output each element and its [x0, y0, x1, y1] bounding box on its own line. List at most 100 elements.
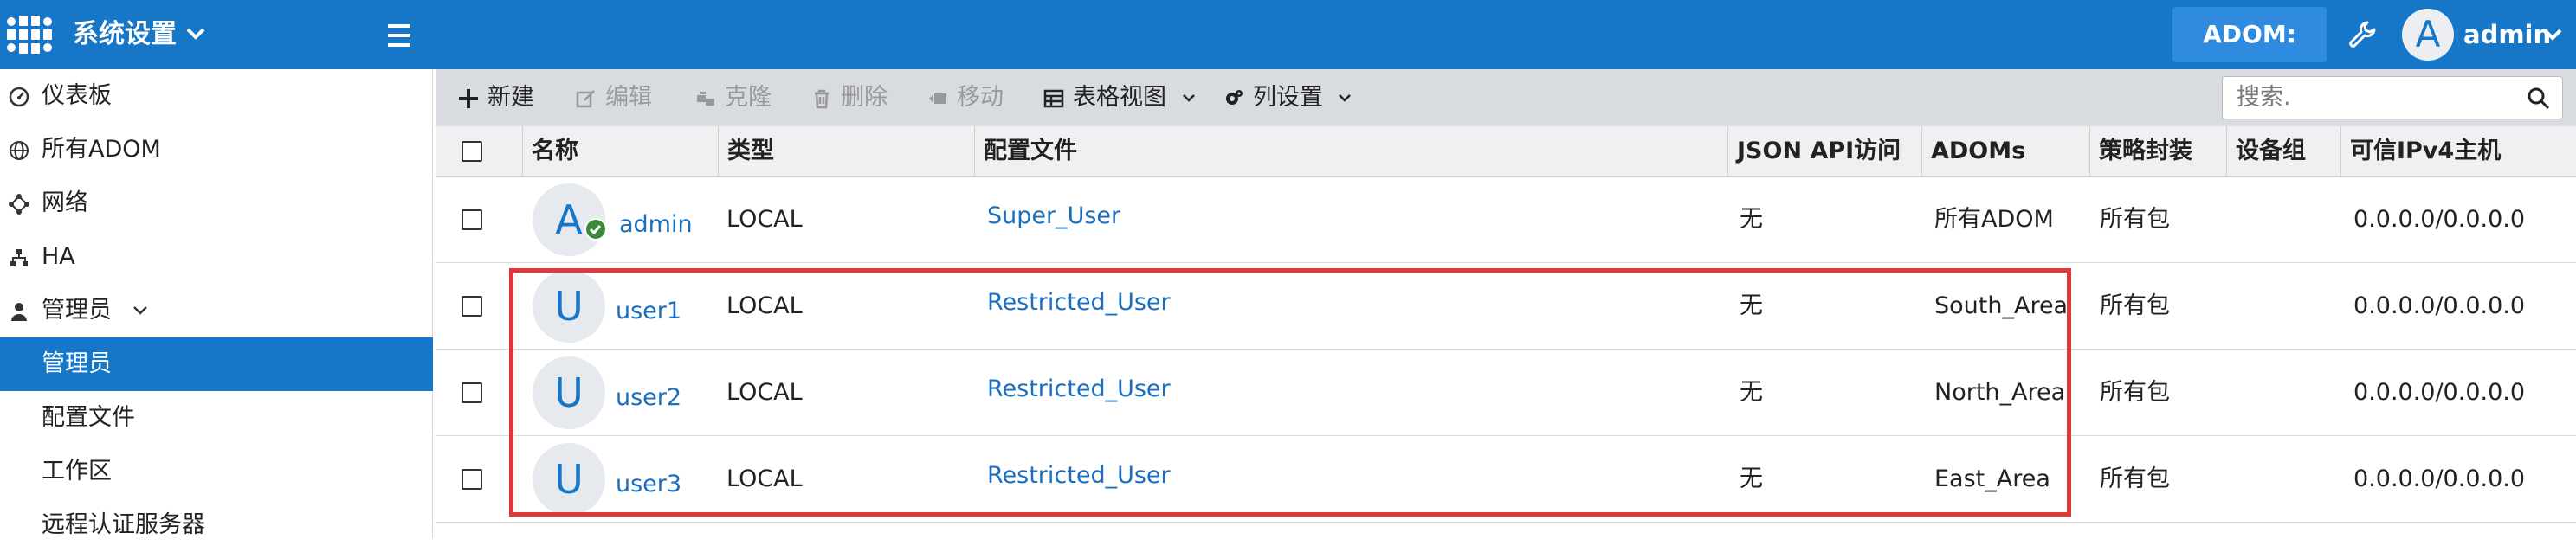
- fortinet-grid-logo-icon[interactable]: [7, 16, 55, 54]
- sidebar-item-workspace[interactable]: 工作区: [0, 445, 433, 498]
- edit-button[interactable]: 编辑: [576, 69, 688, 126]
- column-header-device-group[interactable]: 设备组: [2226, 126, 2344, 177]
- sidebar-item-label: HA: [42, 243, 75, 270]
- chevron-down-icon: [1182, 93, 1196, 103]
- create-new-button[interactable]: 新建: [458, 69, 571, 126]
- profile-link[interactable]: Restricted_User: [987, 346, 1171, 433]
- trusted-ipv4-cell: 0.0.0.0/0.0.0.0: [2353, 206, 2526, 233]
- sidebar-item-ha[interactable]: HA: [0, 230, 433, 284]
- adom-selector-button[interactable]: ADOM: root: [2172, 7, 2327, 104]
- search-input[interactable]: 搜索.: [2222, 76, 2563, 119]
- table-row[interactable]: Aadmin LOCAL Super_User 无所有ADOM 所有包 0.0.0.0/0…: [436, 177, 2576, 263]
- table-row[interactable]: Uuser2 LOCAL Restricted_User 无 North_Area 所有包…: [436, 350, 2576, 436]
- clone-icon: [695, 88, 716, 109]
- sidebar-item-network[interactable]: 网络: [0, 177, 433, 230]
- table-row[interactable]: Uuser1 LOCAL Restricted_User 无 South_Area 所有包…: [436, 263, 2576, 350]
- adoms-cell: North_Area: [1934, 379, 2066, 406]
- globe-icon: [9, 140, 29, 161]
- sidebar-item-label: 管理员: [42, 297, 112, 324]
- sidebar-item-admin-group[interactable]: 管理员: [0, 284, 433, 337]
- table-icon: [1043, 88, 1064, 109]
- row-checkbox[interactable]: [462, 469, 482, 490]
- ha-icon: [9, 247, 29, 268]
- adoms-cell: East_Area: [1934, 465, 2050, 492]
- trusted-ipv4-cell: 0.0.0.0/0.0.0.0: [2353, 379, 2526, 406]
- json-api-cell: 无: [1740, 206, 1763, 233]
- admin-name-link[interactable]: user3: [616, 441, 681, 528]
- column-header-policy-package[interactable]: 策略封装: [2089, 126, 2226, 177]
- admin-name-link[interactable]: user1: [616, 268, 681, 355]
- column-settings-dropdown[interactable]: 列设置: [1223, 69, 1362, 126]
- sidebar-item-label: 所有ADOM: [42, 136, 161, 163]
- wrench-icon[interactable]: [2347, 19, 2378, 50]
- profile-link[interactable]: Restricted_User: [987, 433, 1171, 519]
- row-checkbox[interactable]: [462, 382, 482, 403]
- move-button[interactable]: 移动: [927, 69, 1040, 126]
- json-api-cell: 无: [1740, 465, 1763, 492]
- sidebar-item-remote-auth-server[interactable]: 远程认证服务器: [0, 498, 433, 552]
- user-avatar[interactable]: A: [2402, 9, 2454, 61]
- button-label: 表格视图: [1073, 84, 1166, 111]
- sidebar-item-all-adom[interactable]: 所有ADOM: [0, 123, 433, 177]
- column-header-trusted-ipv4[interactable]: 可信IPv4主机: [2340, 126, 2576, 177]
- trusted-ipv4-cell: 0.0.0.0/0.0.0.0: [2353, 465, 2526, 492]
- column-header-profile[interactable]: 配置文件: [974, 126, 1736, 177]
- column-header-type[interactable]: 类型: [718, 126, 995, 177]
- sidebar-item-label: 远程认证服务器: [42, 511, 205, 538]
- trusted-ipv4-cell: 0.0.0.0/0.0.0.0: [2353, 292, 2526, 319]
- policy-package-cell: 所有包: [2100, 465, 2170, 492]
- column-header-name[interactable]: 名称: [522, 126, 718, 177]
- clone-button[interactable]: 克隆: [695, 69, 808, 126]
- adoms-cell: 所有ADOM: [1934, 206, 2054, 233]
- table-row[interactable]: Uuser3 LOCAL Restricted_User 无 East_Area 所有包 0…: [436, 436, 2576, 523]
- search-icon[interactable]: [2528, 87, 2550, 110]
- table-view-dropdown[interactable]: 表格视图: [1043, 69, 1199, 126]
- select-all-checkbox[interactable]: [462, 141, 482, 162]
- edit-icon: [576, 88, 597, 109]
- sidebar-item-administrators[interactable]: 管理员: [0, 337, 433, 391]
- sidebar-item-profiles[interactable]: 配置文件: [0, 391, 433, 445]
- trash-icon: [811, 88, 832, 109]
- policy-package-cell: 所有包: [2100, 206, 2170, 233]
- gear-icon: [1223, 88, 1244, 109]
- chevron-down-icon[interactable]: [2542, 27, 2563, 42]
- type-cell: LOCAL: [726, 206, 803, 233]
- button-label: 新建: [487, 84, 534, 111]
- profile-link[interactable]: Restricted_User: [987, 260, 1171, 346]
- column-header-json-api[interactable]: JSON API访问: [1727, 126, 1921, 177]
- user-name-menu[interactable]: admin: [2463, 17, 2551, 52]
- button-label: 列设置: [1253, 84, 1323, 111]
- json-api-cell: 无: [1740, 292, 1763, 319]
- network-icon: [9, 194, 29, 215]
- sidebar: 仪表板 所有ADOM 网络 HA 管理员 管理员 配置文件 工作区 远程认证服务…: [0, 69, 433, 538]
- move-icon: [927, 88, 948, 109]
- button-label: 克隆: [725, 84, 772, 111]
- search-placeholder: 搜索.: [2237, 84, 2291, 111]
- sidebar-item-label: 配置文件: [42, 404, 135, 431]
- chevron-down-icon: [132, 304, 149, 318]
- profile-link[interactable]: Super_User: [987, 173, 1120, 260]
- top-header: 系统设置 ADOM: root A admin: [0, 0, 2576, 104]
- user-avatar: U: [533, 270, 605, 343]
- row-checkbox[interactable]: [462, 296, 482, 317]
- column-header-adoms[interactable]: ADOMs: [1921, 126, 2089, 177]
- admin-name-link[interactable]: user2: [616, 355, 681, 441]
- policy-package-cell: 所有包: [2100, 379, 2170, 406]
- row-checkbox[interactable]: [462, 209, 482, 230]
- dashboard-icon: [9, 87, 29, 107]
- plus-icon: [458, 88, 479, 109]
- delete-button[interactable]: 删除: [811, 69, 924, 126]
- button-label: 移动: [957, 84, 1004, 111]
- type-cell: LOCAL: [726, 292, 803, 319]
- type-cell: LOCAL: [726, 465, 803, 492]
- sidebar-item-dashboard[interactable]: 仪表板: [0, 69, 433, 123]
- json-api-cell: 无: [1740, 379, 1763, 406]
- system-settings-title[interactable]: 系统设置: [73, 17, 177, 52]
- user-avatar: U: [533, 443, 605, 516]
- chevron-down-icon: [1338, 93, 1352, 103]
- hamburger-menu-icon[interactable]: [384, 22, 414, 48]
- admin-name-link[interactable]: admin: [619, 182, 693, 268]
- chevron-down-icon[interactable]: [185, 26, 206, 42]
- type-cell: LOCAL: [726, 379, 803, 406]
- adoms-cell: South_Area: [1934, 292, 2069, 319]
